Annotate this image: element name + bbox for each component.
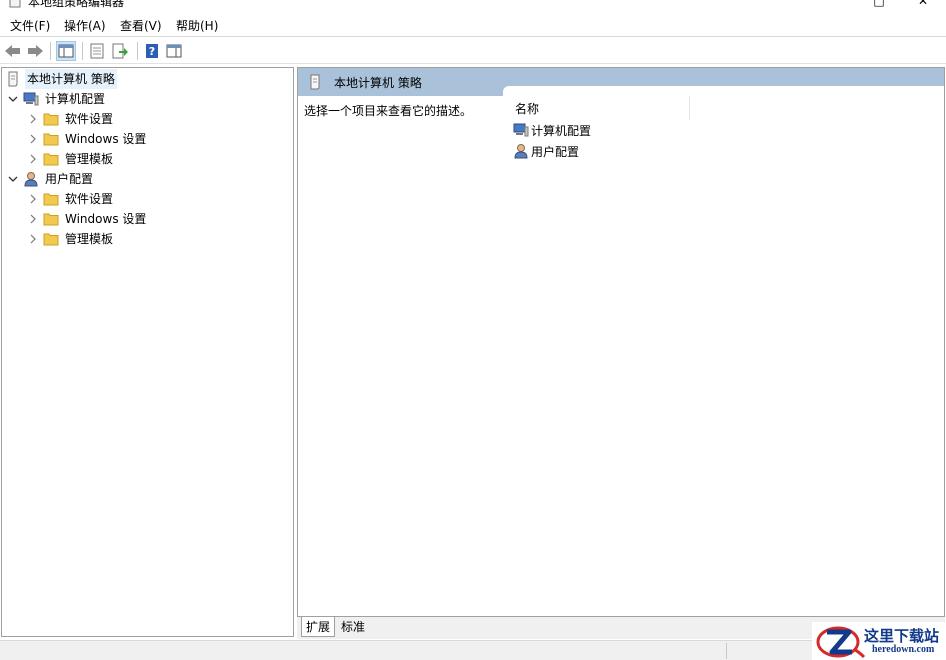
back-arrow-icon[interactable] <box>3 41 23 61</box>
window-title: 本地组策略编辑器 <box>28 0 125 9</box>
column-divider[interactable] <box>689 96 690 120</box>
chevron-right-icon[interactable] <box>27 233 39 245</box>
show-hide-action-pane-icon[interactable] <box>164 41 184 61</box>
tree-item-software-settings[interactable]: 软件设置 <box>27 109 115 129</box>
tree-item-user-windows-settings[interactable]: Windows 设置 <box>27 209 148 229</box>
tree-item-label: Windows 设置 <box>65 212 147 226</box>
menu-bar: 文件(F) 操作(A) 查看(V) 帮助(H) <box>0 14 946 37</box>
tree-item-user-config[interactable]: 用户配置 <box>7 169 95 189</box>
menu-view[interactable]: 查看(V) <box>118 17 164 35</box>
toolbar-separator <box>137 42 138 60</box>
tree-item-label: 本地计算机 策略 <box>25 69 117 89</box>
tree-pane[interactable]: 本地计算机 策略 计算机配置 软件设置 Windows 设置 管理模板 用户配置… <box>1 67 294 637</box>
status-bar <box>0 640 946 660</box>
folder-icon <box>43 191 59 207</box>
toolbar-separator <box>82 42 83 60</box>
details-header-title: 本地计算机 策略 <box>334 76 422 90</box>
properties-icon[interactable] <box>87 41 107 61</box>
title-bar: 本地组策略编辑器 □ ✕ <box>0 0 946 12</box>
watermark-title: 这里下载站 <box>864 627 940 645</box>
computer-icon <box>23 91 39 107</box>
description-text: 选择一个项目来查看它的描述。 <box>304 104 473 118</box>
computer-icon <box>513 122 529 138</box>
watermark-logo-icon <box>814 623 866 659</box>
user-icon <box>23 171 39 187</box>
tree-item-windows-settings[interactable]: Windows 设置 <box>27 129 148 149</box>
forward-arrow-icon[interactable] <box>25 41 45 61</box>
tree-item-user-admin-templates[interactable]: 管理模板 <box>27 229 115 249</box>
show-hide-tree-icon[interactable] <box>56 41 76 61</box>
maximize-button[interactable]: □ <box>872 0 886 8</box>
tree-item-label: Windows 设置 <box>65 132 147 146</box>
chevron-down-icon[interactable] <box>7 173 19 185</box>
toolbar: ? <box>0 38 946 64</box>
tree-item-local-computer-policy[interactable]: 本地计算机 策略 <box>5 69 117 89</box>
policy-icon <box>308 74 324 90</box>
list-item-user-config[interactable]: 用户配置 <box>513 141 579 161</box>
menu-file[interactable]: 文件(F) <box>8 17 52 35</box>
chevron-right-icon[interactable] <box>27 133 39 145</box>
chevron-right-icon[interactable] <box>27 113 39 125</box>
list-item-label: 计算机配置 <box>531 123 592 138</box>
menu-help[interactable]: 帮助(H) <box>174 17 220 35</box>
list-item-label: 用户配置 <box>531 144 580 159</box>
menu-action[interactable]: 操作(A) <box>62 17 108 35</box>
details-pane: 本地计算机 策略 选择一个项目来查看它的描述。 名称 计算机配置 用户配置 <box>297 67 945 617</box>
policy-icon <box>5 71 21 87</box>
folder-icon <box>43 231 59 247</box>
tree-item-label: 管理模板 <box>65 152 114 166</box>
list-item-computer-config[interactable]: 计算机配置 <box>513 120 591 140</box>
tree-item-user-software-settings[interactable]: 软件设置 <box>27 189 115 209</box>
export-list-icon[interactable] <box>110 41 130 61</box>
tree-item-admin-templates[interactable]: 管理模板 <box>27 149 115 169</box>
folder-icon <box>43 131 59 147</box>
tab-extended[interactable]: 扩展 <box>301 617 336 637</box>
chevron-right-icon[interactable] <box>27 213 39 225</box>
tab-standard[interactable]: 标准 <box>337 617 369 637</box>
folder-icon <box>43 151 59 167</box>
watermark-url: heredown.com <box>872 644 935 655</box>
folder-icon <box>43 211 59 227</box>
close-button[interactable]: ✕ <box>916 0 930 8</box>
toolbar-separator <box>50 42 51 60</box>
status-divider <box>726 643 727 659</box>
items-list[interactable]: 名称 计算机配置 用户配置 <box>503 86 944 616</box>
user-icon <box>513 143 529 159</box>
chevron-right-icon[interactable] <box>27 153 39 165</box>
tree-item-label: 管理模板 <box>65 232 114 246</box>
column-header-name[interactable]: 名称 <box>515 100 539 117</box>
folder-icon <box>43 111 59 127</box>
chevron-down-icon[interactable] <box>7 93 19 105</box>
svg-text:?: ? <box>149 45 155 58</box>
tree-item-label: 软件设置 <box>65 112 114 126</box>
tree-item-label: 计算机配置 <box>45 92 106 106</box>
tree-item-computer-config[interactable]: 计算机配置 <box>7 89 107 109</box>
watermark: 这里下载站 heredown.com <box>812 622 946 660</box>
policy-icon <box>8 0 22 8</box>
tree-item-label: 软件设置 <box>65 192 114 206</box>
tree-item-label: 用户配置 <box>45 172 94 186</box>
help-icon[interactable]: ? <box>142 41 162 61</box>
chevron-right-icon[interactable] <box>27 193 39 205</box>
